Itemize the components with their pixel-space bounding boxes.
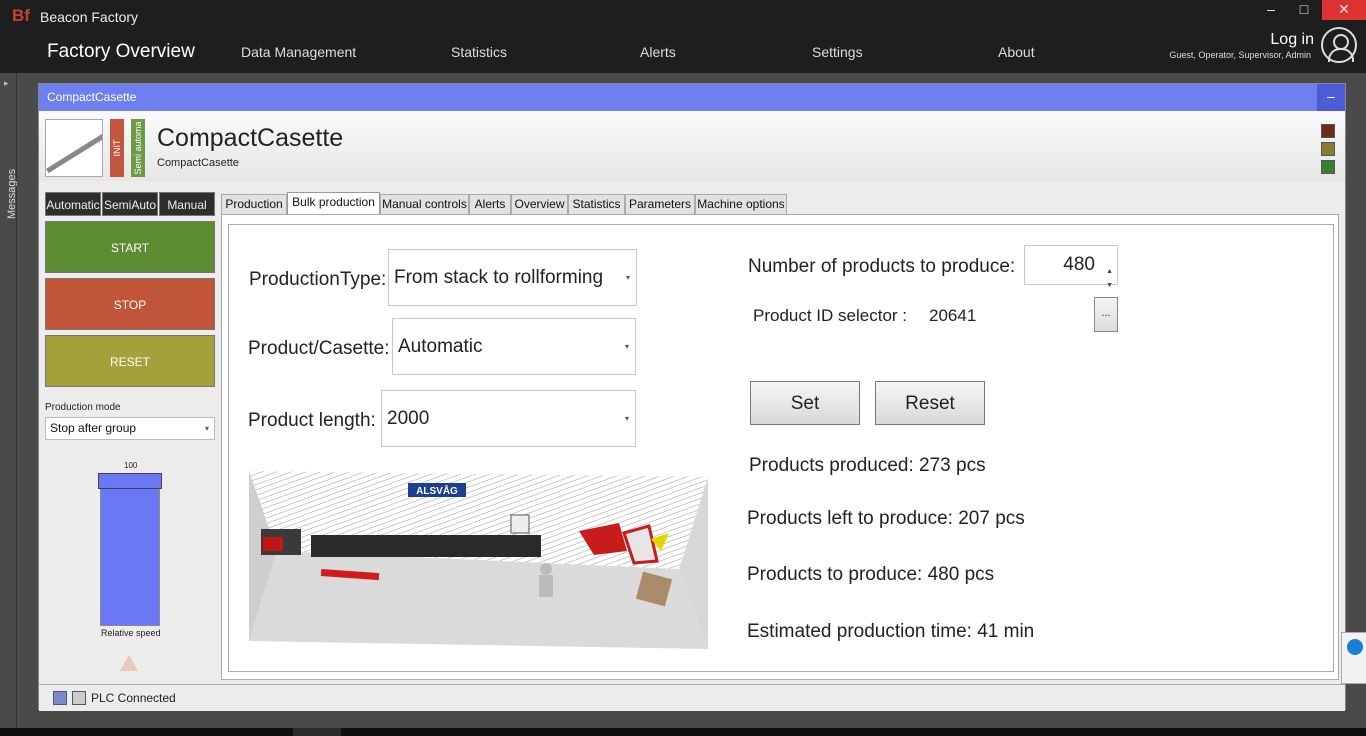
app-title: Beacon Factory bbox=[40, 9, 139, 25]
taskbar-item[interactable] bbox=[293, 728, 341, 736]
num-products-input[interactable]: 480 ▲ ▼ bbox=[1024, 245, 1118, 289]
state-init-badge: INIT bbox=[110, 119, 124, 177]
tab-content: ProductionType: From stack to rollformin… bbox=[221, 214, 1339, 680]
login-link[interactable]: Log in bbox=[1270, 31, 1314, 49]
dropdown-caret-icon: ▾ bbox=[624, 414, 629, 423]
user-icon[interactable] bbox=[1321, 27, 1357, 63]
nav-statistics[interactable]: Statistics bbox=[451, 44, 507, 60]
machine-title: CompactCasette bbox=[157, 124, 344, 152]
stacker-red-part bbox=[263, 537, 283, 551]
estimated-time: Estimated production time: 41 min bbox=[747, 621, 1035, 642]
nav-settings[interactable]: Settings bbox=[812, 44, 863, 60]
machine-subtitle: CompactCasette bbox=[157, 157, 239, 169]
app-logo: Bf bbox=[12, 6, 30, 25]
dropdown-caret-icon: ▾ bbox=[204, 424, 209, 433]
tab-bulk-production[interactable]: Bulk production bbox=[287, 192, 380, 214]
machine-thumbnail bbox=[45, 119, 103, 177]
products-left: Products left to produce: 207 pcs bbox=[747, 508, 1025, 529]
status-square-green bbox=[1321, 160, 1335, 174]
tab-manual-controls[interactable]: Manual controls bbox=[380, 194, 469, 214]
messages-tab[interactable]: ▸ Messages bbox=[0, 73, 18, 728]
products-to-produce: Products to produce: 480 pcs bbox=[747, 564, 995, 585]
set-button[interactable]: Set bbox=[750, 381, 860, 425]
mode-tab-manual[interactable]: Manual bbox=[159, 192, 215, 216]
bulk-production-form: ProductionType: From stack to rollformin… bbox=[228, 224, 1334, 672]
rollforming-line bbox=[311, 535, 541, 557]
production-mode-select[interactable]: Stop after group ▾ bbox=[45, 417, 215, 440]
tab-machine-options[interactable]: Machine options bbox=[695, 194, 787, 214]
control-cabinet bbox=[510, 514, 530, 534]
product-casette-label: Product/Casette: bbox=[248, 338, 390, 359]
tab-statistics[interactable]: Statistics bbox=[568, 194, 625, 214]
tab-production[interactable]: Production bbox=[221, 194, 287, 214]
speed-max-label: 100 bbox=[124, 461, 138, 470]
speed-slider-thumb[interactable] bbox=[98, 473, 162, 489]
minimize-button[interactable]: – bbox=[1254, 0, 1288, 20]
operator-figure bbox=[540, 563, 552, 575]
mode-tabs: Automatic SemiAuto Manual bbox=[45, 192, 215, 216]
plc-device-icon bbox=[72, 691, 86, 705]
dropdown-caret-icon: ▾ bbox=[625, 273, 630, 282]
production-mode-label: Production mode bbox=[45, 402, 121, 413]
start-button[interactable]: START bbox=[45, 221, 215, 273]
warning-icon bbox=[120, 655, 138, 671]
mode-tab-semiauto[interactable]: SemiAuto bbox=[102, 192, 158, 216]
state-semi-badge: Semi automa bbox=[131, 119, 145, 177]
login-roles: Guest, Operator, Supervisor, Admin bbox=[1169, 50, 1311, 60]
nav-data-management[interactable]: Data Management bbox=[241, 44, 356, 60]
plc-network-icon bbox=[53, 691, 67, 705]
mode-tab-automatic[interactable]: Automatic bbox=[45, 192, 101, 216]
tab-alerts[interactable]: Alerts bbox=[469, 194, 511, 214]
close-button[interactable]: ✕ bbox=[1322, 0, 1366, 20]
machine-panel: CompactCasette – INIT Semi automa Compac… bbox=[38, 83, 1346, 711]
product-length-label: Product length: bbox=[248, 410, 376, 431]
reset-button[interactable]: Reset bbox=[875, 381, 985, 425]
nav-factory-overview[interactable]: Factory Overview bbox=[47, 41, 195, 63]
tab-parameters[interactable]: Parameters bbox=[625, 194, 695, 214]
expand-arrow-icon[interactable]: ▸ bbox=[4, 78, 9, 89]
dropdown-caret-icon: ▾ bbox=[624, 342, 629, 351]
main-nav: Factory Overview Data Management Statist… bbox=[0, 33, 1366, 73]
status-bar: PLC Connected bbox=[39, 684, 1345, 711]
panel-header: CompactCasette bbox=[39, 84, 1345, 111]
product-id-value: 20641 bbox=[929, 306, 977, 325]
title-bar: Bf Beacon Factory – □ ✕ bbox=[0, 0, 1366, 33]
product-casette-select[interactable]: Automatic ▾ bbox=[392, 318, 636, 375]
speed-label: Relative speed bbox=[101, 628, 161, 638]
product-id-label: Product ID selector : bbox=[753, 306, 908, 325]
tab-overview[interactable]: Overview bbox=[511, 194, 568, 214]
machine-header: INIT Semi automa CompactCasette CompactC… bbox=[39, 111, 1345, 181]
panel-minimize-button[interactable]: – bbox=[1317, 84, 1345, 111]
production-type-select[interactable]: From stack to rollforming ▾ bbox=[388, 249, 637, 306]
panel-header-title: CompactCasette bbox=[47, 90, 137, 104]
product-id-browse-button[interactable]: ... bbox=[1094, 297, 1118, 332]
plc-status: PLC Connected bbox=[91, 691, 176, 705]
speed-slider-track[interactable] bbox=[100, 474, 160, 626]
nav-alerts[interactable]: Alerts bbox=[640, 44, 676, 60]
operator-body bbox=[539, 575, 553, 597]
maximize-button[interactable]: □ bbox=[1287, 0, 1321, 20]
product-length-select[interactable]: 2000 ▾ bbox=[381, 390, 636, 447]
stop-button[interactable]: STOP bbox=[45, 278, 215, 330]
num-products-label: Number of products to produce: bbox=[748, 256, 1016, 277]
status-square-red bbox=[1321, 124, 1335, 138]
remote-support-icon[interactable] bbox=[1347, 639, 1363, 655]
app-window: Bf Beacon Factory – □ ✕ Factory Overview… bbox=[0, 0, 1366, 736]
remote-support-widget[interactable] bbox=[1341, 632, 1366, 684]
production-type-label: ProductionType: bbox=[249, 269, 387, 290]
products-produced: Products produced: 273 pcs bbox=[749, 455, 986, 476]
production-line-diagram: ALSVÅG bbox=[249, 471, 708, 649]
reset-machine-button[interactable]: RESET bbox=[45, 335, 215, 387]
nav-about[interactable]: About bbox=[998, 44, 1035, 60]
brand-banner-text: ALSVÅG bbox=[416, 484, 458, 497]
taskbar bbox=[0, 728, 1366, 736]
status-square-yellow bbox=[1321, 142, 1335, 156]
